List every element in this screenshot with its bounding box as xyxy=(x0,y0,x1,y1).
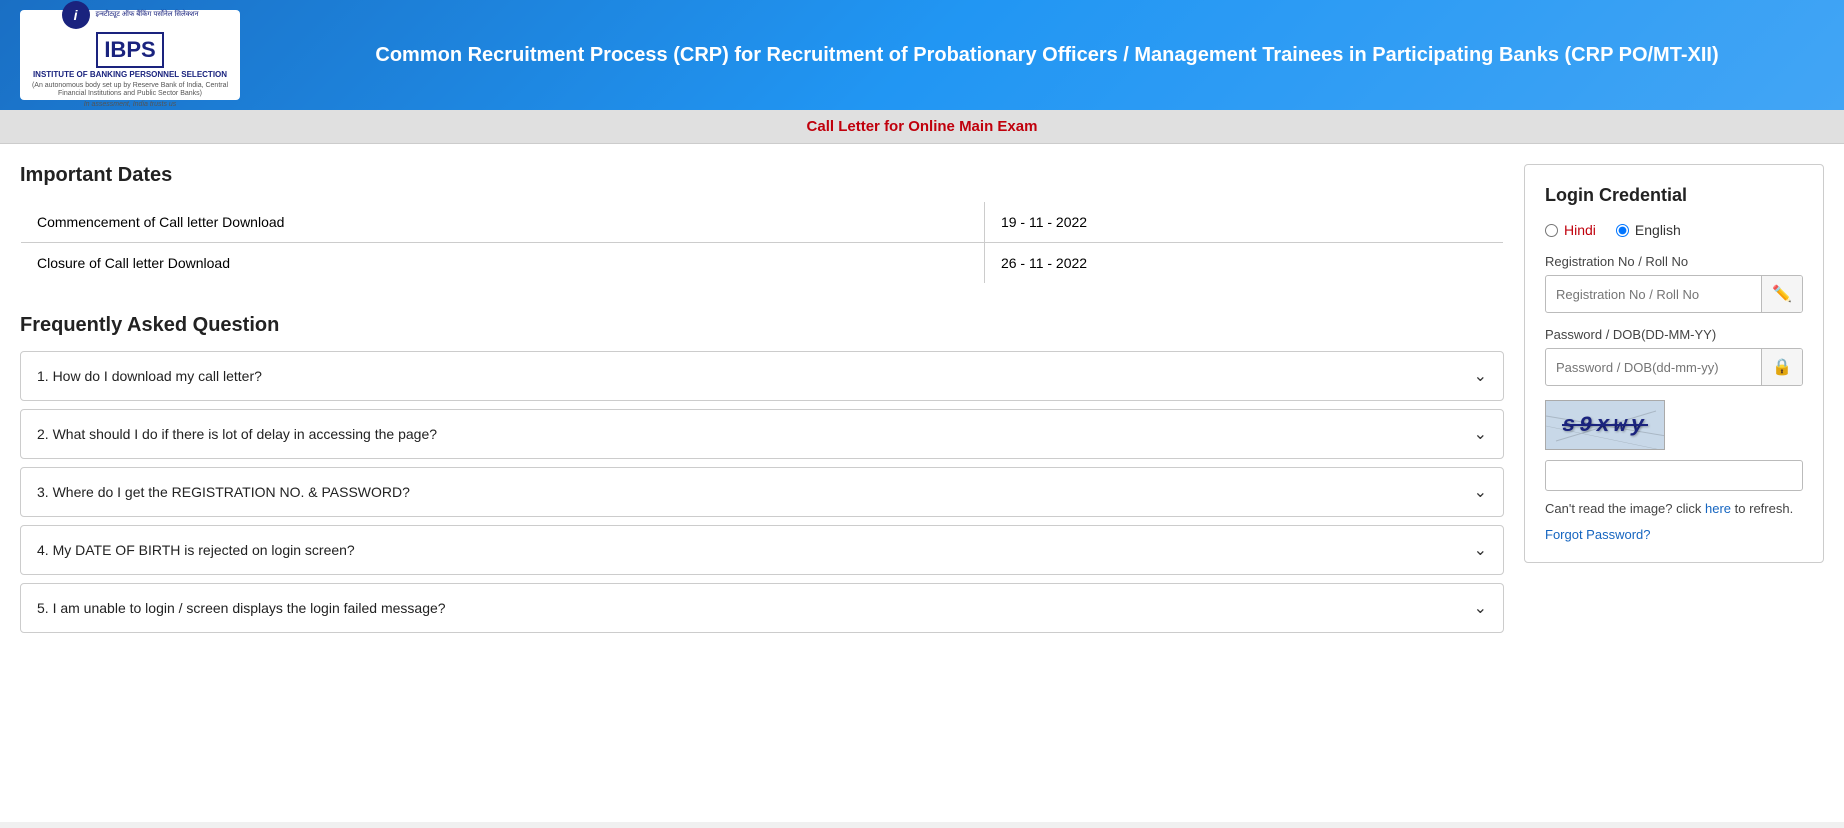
captcha-hint-prefix: Can't read the image? click xyxy=(1545,501,1705,516)
language-options: Hindi English xyxy=(1545,222,1803,238)
ibps-symbol-icon: i xyxy=(62,1,90,29)
login-panel: Login Credential Hindi English Registrat… xyxy=(1524,164,1824,563)
faq-title: Frequently Asked Question xyxy=(20,314,1504,337)
captcha-input[interactable] xyxy=(1545,460,1803,491)
password-label: Password / DOB(DD-MM-YY) xyxy=(1545,327,1803,342)
english-radio[interactable] xyxy=(1616,224,1629,237)
date-value: 19 - 11 - 2022 xyxy=(984,202,1503,243)
ibps-label: IBPS xyxy=(96,32,163,69)
page-header: i इन्स्टीट्यूट ऑफ बैंकिंग पर्सोनेल सिलेक… xyxy=(0,0,1844,110)
faq-item[interactable]: 4. My DATE OF BIRTH is rejected on login… xyxy=(20,525,1504,575)
faq-item[interactable]: 2. What should I do if there is lot of d… xyxy=(20,409,1504,459)
sub-banner-text: Call Letter for Online Main Exam xyxy=(807,118,1038,135)
captcha-image: s9xwy xyxy=(1545,400,1665,450)
date-label: Commencement of Call letter Download xyxy=(21,202,985,243)
left-panel: Important Dates Commencement of Call let… xyxy=(20,164,1504,802)
org-tagline2: In assessment, India trusts us xyxy=(84,101,177,109)
password-input[interactable] xyxy=(1546,352,1761,383)
faq-item[interactable]: 1. How do I download my call letter? ⌄ xyxy=(20,351,1504,401)
login-title: Login Credential xyxy=(1545,185,1803,206)
faq-question: 1. How do I download my call letter? xyxy=(37,368,1464,384)
captcha-hint: Can't read the image? click here to refr… xyxy=(1545,499,1803,519)
captcha-refresh-link[interactable]: here xyxy=(1705,501,1731,516)
faq-list: 1. How do I download my call letter? ⌄ 2.… xyxy=(20,351,1504,633)
chevron-down-icon: ⌄ xyxy=(1474,424,1487,444)
chevron-down-icon: ⌄ xyxy=(1474,482,1487,502)
date-value: 26 - 11 - 2022 xyxy=(984,243,1503,284)
captcha-text: s9xwy xyxy=(1562,413,1648,438)
org-name-english: INSTITUTE OF BANKING PERSONNEL SELECTION xyxy=(33,70,227,80)
hindi-radio[interactable] xyxy=(1545,224,1558,237)
org-tagline1: (An autonomous body set up by Reserve Ba… xyxy=(26,82,234,99)
date-label: Closure of Call letter Download xyxy=(21,243,985,284)
password-field-row: 🔒 xyxy=(1545,348,1803,386)
hindi-label: Hindi xyxy=(1564,222,1596,238)
chevron-down-icon: ⌄ xyxy=(1474,598,1487,618)
captcha-hint-suffix: to refresh. xyxy=(1731,501,1793,516)
faq-item[interactable]: 5. I am unable to login / screen display… xyxy=(20,583,1504,633)
faq-question: 2. What should I do if there is lot of d… xyxy=(37,426,1464,442)
ibps-logo: i इन्स्टीट्यूट ऑफ बैंकिंग पर्सोनेल सिलेक… xyxy=(20,10,240,100)
english-option[interactable]: English xyxy=(1616,222,1681,238)
reg-no-input[interactable] xyxy=(1546,279,1761,310)
english-label: English xyxy=(1635,222,1681,238)
hindi-option[interactable]: Hindi xyxy=(1545,222,1596,238)
important-dates-title: Important Dates xyxy=(20,164,1504,187)
dates-table: Commencement of Call letter Download 19 … xyxy=(20,201,1504,284)
captcha-section: s9xwy Can't read the image? click here t… xyxy=(1545,400,1803,542)
logo-hindi-text: इन्स्टीट्यूट ऑफ बैंकिंग पर्सोनेल सिलेक्श… xyxy=(96,11,199,19)
faq-question: 5. I am unable to login / screen display… xyxy=(37,600,1464,616)
sub-banner: Call Letter for Online Main Exam xyxy=(0,110,1844,144)
table-row: Commencement of Call letter Download 19 … xyxy=(21,202,1504,243)
forgot-password-link[interactable]: Forgot Password? xyxy=(1545,527,1803,542)
chevron-down-icon: ⌄ xyxy=(1474,366,1487,386)
faq-question: 3. Where do I get the REGISTRATION NO. &… xyxy=(37,484,1464,500)
main-content: Important Dates Commencement of Call let… xyxy=(0,144,1844,822)
faq-item[interactable]: 3. Where do I get the REGISTRATION NO. &… xyxy=(20,467,1504,517)
reg-no-label: Registration No / Roll No xyxy=(1545,254,1803,269)
chevron-down-icon: ⌄ xyxy=(1474,540,1487,560)
table-row: Closure of Call letter Download 26 - 11 … xyxy=(21,243,1504,284)
header-title: Common Recruitment Process (CRP) for Rec… xyxy=(270,41,1824,69)
edit-icon[interactable]: ✏️ xyxy=(1761,276,1802,312)
reg-no-field-row: ✏️ xyxy=(1545,275,1803,313)
faq-question: 4. My DATE OF BIRTH is rejected on login… xyxy=(37,542,1464,558)
lock-icon[interactable]: 🔒 xyxy=(1761,349,1802,385)
